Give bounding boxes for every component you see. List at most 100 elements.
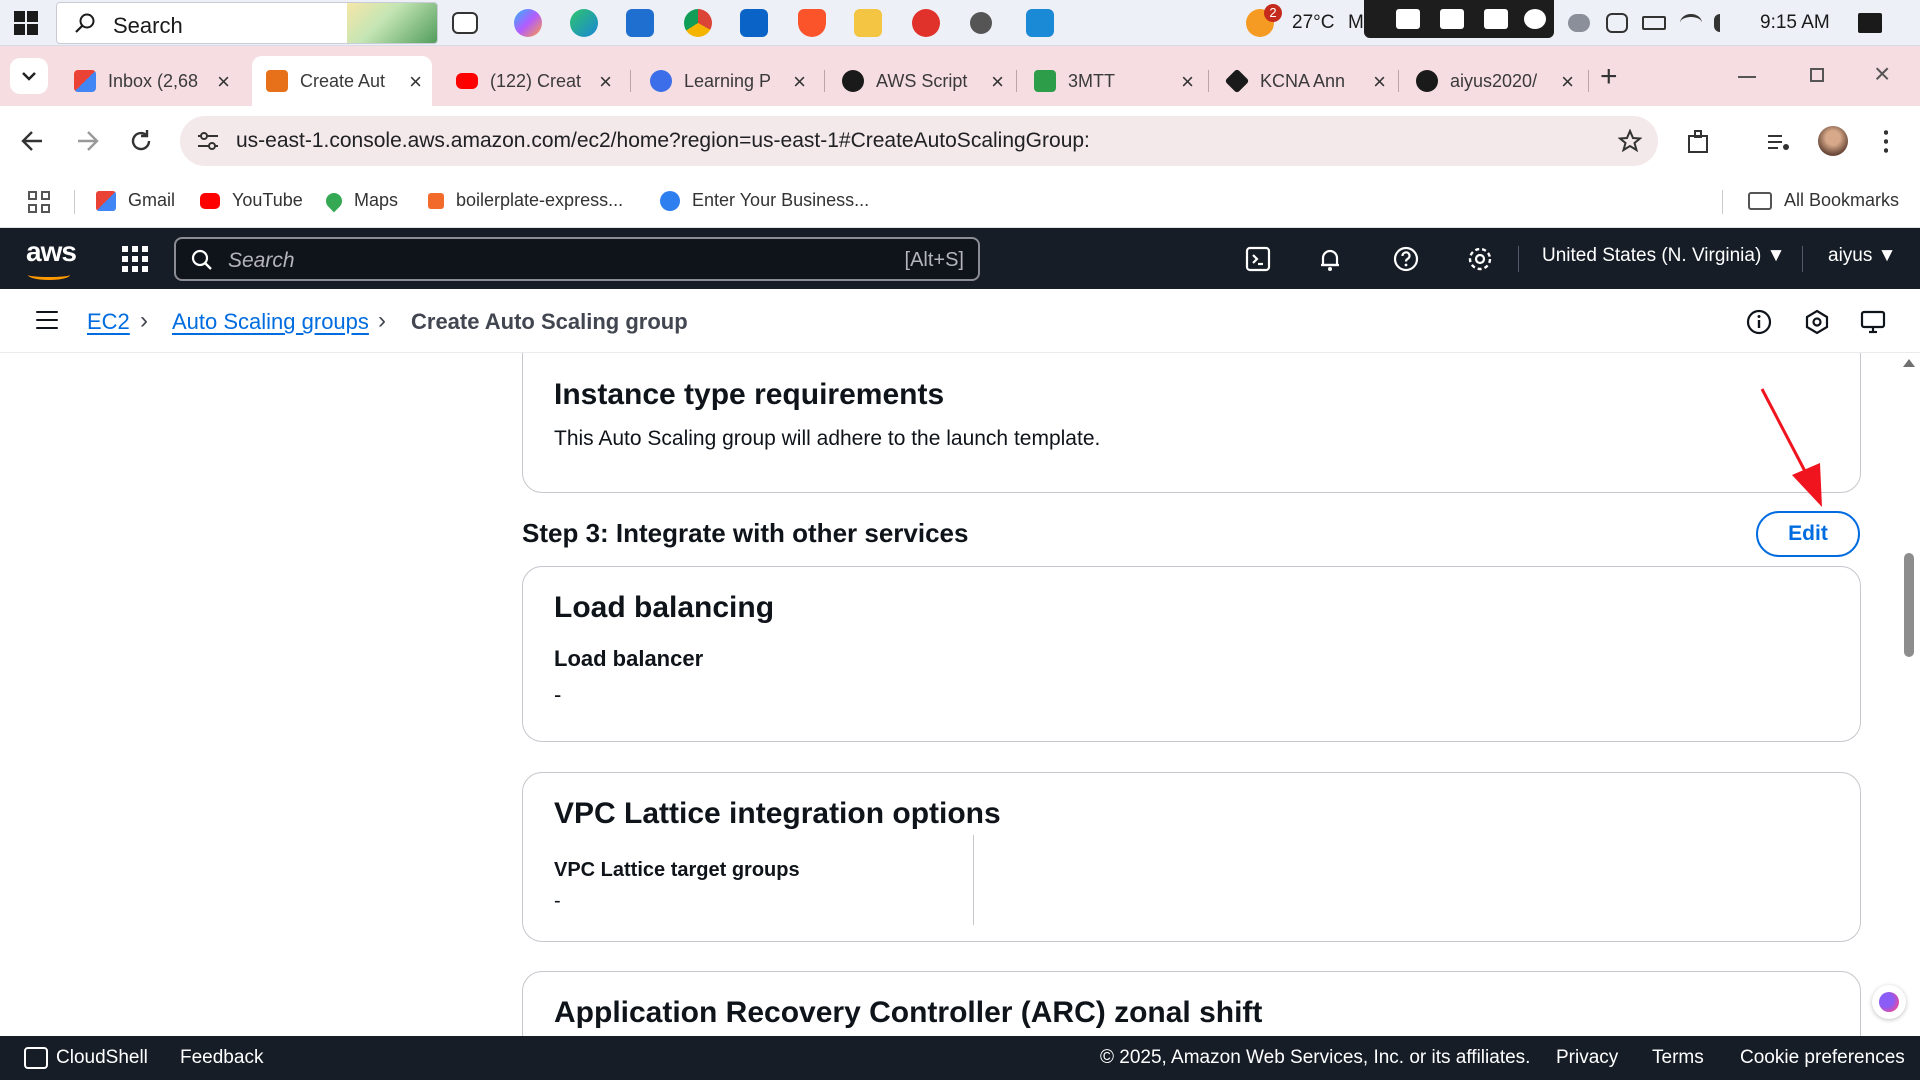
tab-learning[interactable]: Learning P × (636, 56, 816, 106)
services-grid-icon[interactable] (122, 246, 148, 272)
edit-step-3-button[interactable]: Edit (1756, 511, 1860, 557)
cloudshell-icon[interactable] (1244, 245, 1272, 273)
new-tab-button[interactable]: + (1600, 60, 1618, 94)
settings-icon[interactable] (970, 12, 992, 34)
store-icon[interactable] (626, 9, 654, 37)
tab-divider (824, 70, 825, 92)
tab-search-button[interactable] (10, 58, 48, 94)
task-view-icon[interactable] (452, 12, 478, 34)
reload-icon[interactable] (128, 128, 154, 154)
info-icon[interactable] (1746, 309, 1772, 335)
screen-feedback-icon[interactable] (1860, 309, 1886, 335)
footer-privacy[interactable]: Privacy (1556, 1047, 1618, 1069)
window-capture-icon[interactable] (1484, 9, 1508, 29)
breadcrumb-auto-scaling-groups[interactable]: Auto Scaling groups (172, 309, 369, 335)
battery-icon[interactable] (1642, 16, 1666, 30)
close-icon[interactable]: × (1561, 69, 1574, 95)
region-selector[interactable]: United States (N. Virginia) ▼ (1542, 245, 1785, 267)
restore-window-button[interactable] (1810, 68, 1824, 82)
notifications-icon[interactable] (1858, 13, 1882, 33)
camera-icon[interactable] (1396, 9, 1420, 29)
url-text[interactable]: us-east-1.console.aws.amazon.com/ec2/hom… (236, 129, 1090, 153)
tab-3mtt[interactable]: 3MTT × (1020, 56, 1204, 106)
hamburger-menu-icon[interactable] (36, 311, 58, 331)
onedrive-icon[interactable] (1568, 14, 1590, 32)
footer-terms[interactable]: Terms (1652, 1047, 1704, 1069)
bookmark-boilerplate-express[interactable]: boilerplate-express... (428, 190, 623, 211)
tab-youtube[interactable]: (122) Creat × (442, 56, 622, 106)
windows-search-box[interactable]: Search (56, 2, 438, 44)
close-icon[interactable]: × (217, 69, 230, 95)
tab-aws-script[interactable]: AWS Script × (828, 56, 1014, 106)
wps-office-icon[interactable] (912, 9, 940, 37)
help-icon[interactable] (1392, 245, 1420, 273)
scroll-up-arrow-icon[interactable] (1903, 359, 1915, 367)
tab-kcna[interactable]: KCNA Ann × (1212, 56, 1396, 106)
footer-cookie-preferences[interactable]: Cookie preferences (1740, 1047, 1905, 1069)
brave-icon[interactable] (798, 9, 826, 37)
settings-gear-icon[interactable] (1466, 245, 1494, 273)
bookmark-enter-your-business[interactable]: Enter Your Business... (660, 190, 869, 211)
url-bar[interactable]: us-east-1.console.aws.amazon.com/ec2/hom… (180, 116, 1658, 166)
copilot-icon[interactable] (514, 9, 542, 37)
weather-condition: M (1348, 12, 1364, 33)
close-icon[interactable]: × (599, 69, 612, 95)
aws-logo-smile (28, 270, 70, 280)
profile-avatar[interactable] (1818, 126, 1848, 156)
scrollbar-thumb[interactable] (1904, 553, 1914, 657)
windows-start-icon[interactable] (14, 11, 38, 35)
site-settings-icon[interactable] (196, 130, 220, 152)
back-arrow-icon[interactable] (20, 128, 46, 154)
notifications-bell-icon[interactable] (1316, 245, 1344, 273)
footer-feedback[interactable]: Feedback (180, 1047, 263, 1069)
aws-logo[interactable]: aws (26, 236, 77, 268)
all-bookmarks-button[interactable]: All Bookmarks (1748, 190, 1899, 211)
tab-create-auto-scaling[interactable]: Create Aut × (252, 56, 432, 106)
close-icon[interactable]: × (1181, 69, 1194, 95)
chrome-icon[interactable] (684, 9, 712, 37)
card-title: Load balancing (554, 591, 775, 624)
capture-settings-icon[interactable] (1524, 9, 1546, 29)
edge-icon[interactable] (570, 9, 598, 37)
breadcrumb-ec2[interactable]: EC2 (87, 309, 130, 335)
close-icon[interactable]: × (1373, 69, 1386, 95)
clock-time[interactable]: 9:15 AM (1760, 12, 1830, 34)
tab-github[interactable]: aiyus2020/ × (1402, 56, 1584, 106)
browser-menu-icon[interactable] (1884, 128, 1888, 154)
forward-arrow-icon[interactable] (74, 128, 100, 154)
bookmark-youtube[interactable]: YouTube (200, 190, 303, 211)
card-title: Application Recovery Controller (ARC) zo… (554, 996, 1263, 1029)
media-controls-icon[interactable] (1766, 132, 1792, 152)
cloudshell-icon[interactable] (24, 1047, 48, 1069)
arc-zonal-shift-card: Application Recovery Controller (ARC) zo… (522, 971, 1861, 1036)
search-icon (191, 249, 212, 270)
close-window-button[interactable]: × (1874, 58, 1890, 90)
outlook-icon[interactable] (740, 9, 768, 37)
account-menu[interactable]: aiyus ▼ (1828, 245, 1896, 267)
youtube-icon (456, 73, 478, 89)
column-divider (973, 835, 974, 925)
bookmark-star-icon[interactable] (1618, 129, 1642, 153)
close-icon[interactable]: × (409, 69, 422, 95)
video-record-icon[interactable] (1440, 9, 1464, 29)
close-icon[interactable]: × (793, 69, 806, 95)
assistant-brain-icon[interactable] (1872, 985, 1906, 1019)
wifi-icon[interactable] (1680, 14, 1702, 32)
volume-icon[interactable] (1714, 14, 1736, 32)
file-explorer-icon[interactable] (854, 9, 882, 37)
bookmark-gmail[interactable]: Gmail (96, 190, 175, 211)
page-scrollbar[interactable] (1898, 353, 1920, 1036)
minimize-window-button[interactable] (1738, 76, 1756, 78)
bookmark-label: Gmail (128, 190, 176, 210)
weather-temperature[interactable]: 27°C (1292, 12, 1334, 34)
display-icon[interactable] (1606, 13, 1628, 33)
close-icon[interactable]: × (991, 69, 1004, 95)
vscode-icon[interactable] (1026, 9, 1054, 37)
apps-grid-icon[interactable] (28, 191, 50, 213)
extensions-icon[interactable] (1686, 130, 1712, 154)
tab-gmail[interactable]: Inbox (2,68 × (60, 56, 240, 106)
footer-cloudshell[interactable]: CloudShell (56, 1047, 148, 1069)
aws-search-input[interactable]: Search [Alt+S] (174, 237, 980, 281)
amazon-q-icon[interactable] (1804, 309, 1830, 335)
bookmark-maps[interactable]: Maps (322, 189, 398, 212)
